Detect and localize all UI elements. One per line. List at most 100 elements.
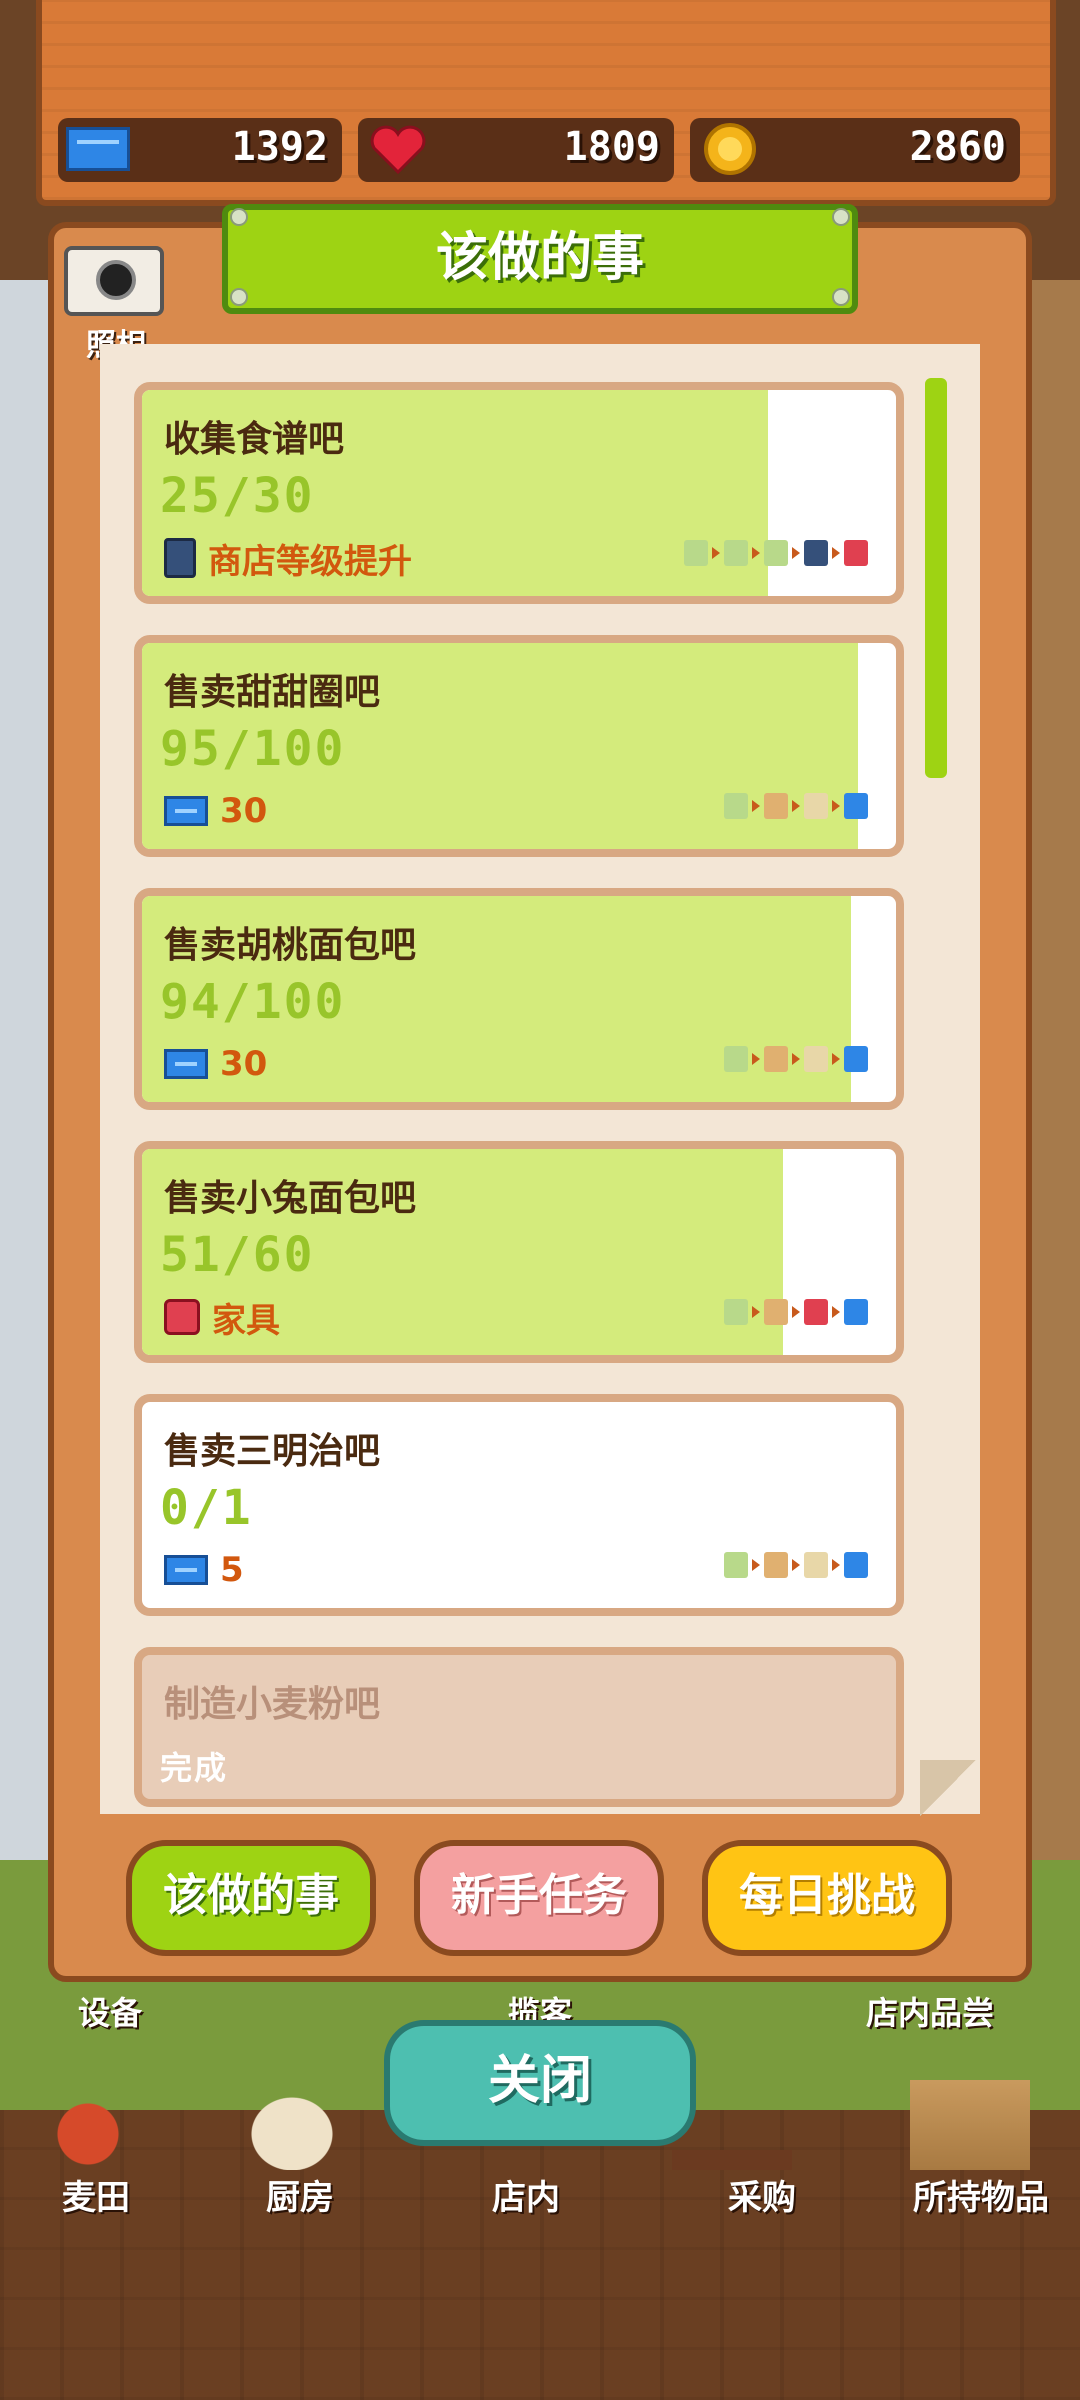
ticket-icon — [164, 796, 208, 826]
step-arrow-icon — [832, 547, 840, 559]
quest-reward-text: 商店等级提升 — [208, 541, 412, 582]
quest-step-chain — [724, 1046, 868, 1072]
kitchen-icon — [232, 2080, 352, 2170]
quest-reward: 5 — [164, 1548, 244, 1592]
step-arrow-icon — [752, 547, 760, 559]
nav-store[interactable]: 店内 — [456, 2170, 596, 2256]
step-icon — [844, 793, 868, 819]
step-icon — [804, 1552, 828, 1578]
step-icon — [764, 540, 788, 566]
step-arrow-icon — [792, 1559, 800, 1571]
camera-icon — [64, 246, 164, 316]
step-icon — [724, 793, 748, 819]
coin-icon — [698, 122, 762, 176]
step-arrow-icon — [832, 1559, 840, 1571]
quest-progress-text: 完成 — [160, 1749, 229, 1787]
quest-progress-text: 51/60 — [160, 1227, 315, 1283]
quest-card[interactable]: 售卖甜甜圈吧 95/100 30 — [134, 635, 904, 857]
quest-progress-text: 0/1 — [160, 1480, 253, 1536]
step-arrow-icon — [832, 800, 840, 812]
nav-items[interactable]: 所持物品 — [896, 2170, 1066, 2256]
step-icon — [764, 1552, 788, 1578]
step-icon — [844, 540, 868, 566]
items-box-icon — [910, 2080, 1030, 2170]
quest-card[interactable]: 售卖胡桃面包吧 94/100 30 — [134, 888, 904, 1110]
quest-reward-text: 30 — [220, 791, 268, 831]
quest-progress-text: 94/100 — [160, 974, 346, 1030]
quest-card[interactable]: 收集食谱吧 25/30 商店等级提升 — [134, 382, 904, 604]
quest-card[interactable]: 售卖小兔面包吧 51/60 家具 — [134, 1141, 904, 1363]
quest-step-chain — [724, 1552, 868, 1578]
step-arrow-icon — [752, 1559, 760, 1571]
step-arrow-icon — [792, 1053, 800, 1065]
step-icon — [724, 1299, 748, 1325]
step-icon — [764, 1299, 788, 1325]
quest-name: 售卖胡桃面包吧 — [164, 925, 417, 966]
quest-progress-text: 25/30 — [160, 468, 315, 524]
equipment-label[interactable]: 设备 — [78, 1988, 142, 2034]
gift-icon — [164, 1299, 200, 1335]
step-icon — [724, 1046, 748, 1072]
coin-count: 2860 — [909, 124, 1006, 170]
step-arrow-icon — [792, 1306, 800, 1318]
quest-progress-text: 95/100 — [160, 721, 346, 777]
quest-step-chain — [724, 793, 868, 819]
quest-reward-text: 家具 — [212, 1300, 280, 1341]
coin-stat: 2860 — [690, 118, 1020, 182]
scrollbar-thumb[interactable] — [925, 378, 947, 778]
tab-beginner-quests[interactable]: 新手任务 — [414, 1840, 664, 1956]
quest-name: 售卖三明治吧 — [164, 1431, 381, 1472]
nav-purchase[interactable]: 采购 — [692, 2170, 832, 2256]
quest-reward: 家具 — [164, 1295, 280, 1341]
quest-name: 售卖甜甜圈吧 — [164, 672, 381, 713]
heart-count: 1809 — [563, 124, 660, 170]
purchase-icon — [672, 2080, 792, 2170]
quest-reward: 商店等级提升 — [164, 536, 412, 582]
quest-reward-text: 30 — [220, 1044, 268, 1084]
step-icon — [764, 793, 788, 819]
tab-todo[interactable]: 该做的事 — [126, 1840, 376, 1956]
step-icon — [724, 1552, 748, 1578]
ticket-icon — [164, 1049, 208, 1079]
shop-building-icon — [164, 538, 196, 578]
quest-name: 收集食谱吧 — [164, 419, 345, 460]
quest-card[interactable]: 售卖三明治吧 0/1 5 — [134, 1394, 904, 1616]
scrollbar[interactable] — [925, 378, 947, 778]
close-button[interactable]: 关闭 — [384, 2020, 696, 2146]
step-arrow-icon — [792, 800, 800, 812]
step-arrow-icon — [792, 547, 800, 559]
ticket-icon — [66, 122, 130, 176]
tasting-label[interactable]: 店内品尝 — [866, 1988, 994, 2034]
step-icon — [804, 1299, 828, 1325]
ticket-count: 1392 — [231, 124, 328, 170]
paper-fold — [920, 1760, 976, 1816]
tab-daily-challenge[interactable]: 每日挑战 — [702, 1840, 952, 1956]
step-arrow-icon — [752, 800, 760, 812]
wheat-field-icon — [28, 2080, 148, 2170]
bolt-icon — [230, 208, 248, 226]
quest-reward-text: 5 — [220, 1550, 244, 1590]
step-icon — [724, 540, 748, 566]
nav-kitchen[interactable]: 厨房 — [230, 2170, 370, 2256]
stats-board: 1392 1809 2860 — [36, 0, 1056, 206]
bolt-icon — [230, 288, 248, 306]
nav-wheat-field[interactable]: 麦田 — [26, 2170, 166, 2256]
ticket-icon — [164, 1555, 208, 1585]
ticket-stat: 1392 — [58, 118, 342, 182]
camera-button[interactable]: 照相 — [64, 246, 168, 363]
step-icon — [684, 540, 708, 566]
quest-card[interactable]: 制造小麦粉吧完成 — [134, 1647, 904, 1807]
step-arrow-icon — [752, 1306, 760, 1318]
step-icon — [804, 540, 828, 566]
quest-name: 制造小麦粉吧 — [164, 1684, 381, 1725]
step-icon — [844, 1046, 868, 1072]
quest-step-chain — [724, 1299, 868, 1325]
quest-name: 售卖小兔面包吧 — [164, 1178, 417, 1219]
step-arrow-icon — [712, 547, 720, 559]
bolt-icon — [832, 208, 850, 226]
quest-step-chain — [684, 540, 868, 566]
heart-stat: 1809 — [358, 118, 674, 182]
step-arrow-icon — [832, 1306, 840, 1318]
quest-reward: 30 — [164, 1042, 267, 1086]
step-icon — [804, 1046, 828, 1072]
